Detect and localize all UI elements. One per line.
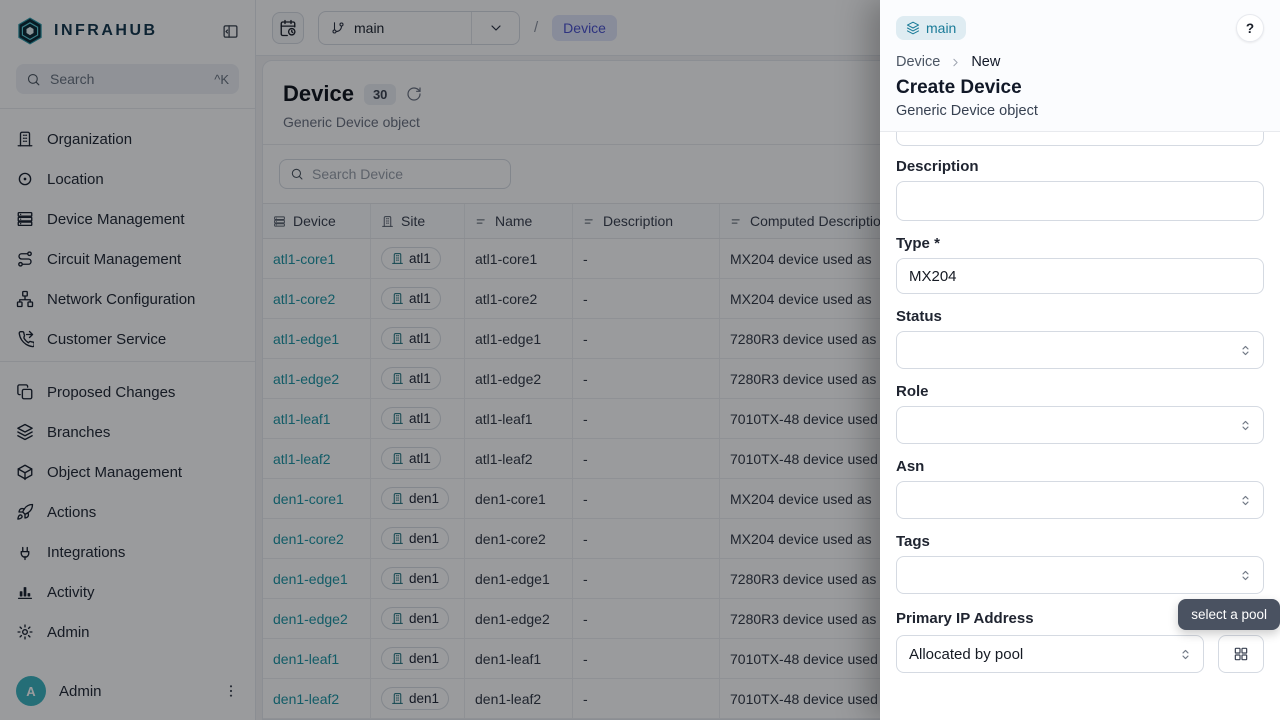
tags-label: Tags	[896, 533, 1264, 550]
asn-select[interactable]	[896, 481, 1264, 519]
status-select[interactable]	[896, 331, 1264, 369]
asn-label: Asn	[896, 458, 1264, 475]
type-label: Type *	[896, 235, 1264, 252]
chevron-right-icon	[949, 56, 962, 69]
pool-grid-icon	[1233, 646, 1249, 662]
chevrons-up-down-icon	[1178, 647, 1193, 662]
allocation-select[interactable]: Allocated by pool	[896, 635, 1204, 673]
field-primary-ip: Primary IP Address My IP select a pool A…	[896, 608, 1264, 673]
create-device-form: Description Type * Status Role Asn Tags …	[880, 132, 1280, 720]
type-input[interactable]	[909, 268, 1251, 285]
tags-select[interactable]	[896, 556, 1264, 594]
chevrons-up-down-icon	[1238, 418, 1253, 433]
clipped-input[interactable]	[896, 132, 1264, 146]
create-device-panel: main ? Device New Create Device Generic …	[880, 0, 1280, 720]
panel-header: main ? Device New Create Device Generic …	[880, 0, 1280, 132]
field-asn: Asn	[896, 458, 1264, 519]
field-tags: Tags	[896, 533, 1264, 594]
role-select[interactable]	[896, 406, 1264, 444]
status-label: Status	[896, 308, 1264, 325]
chevrons-up-down-icon	[1238, 493, 1253, 508]
select-pool-tooltip: select a pool	[1178, 599, 1280, 630]
field-type: Type *	[896, 235, 1264, 294]
role-label: Role	[896, 383, 1264, 400]
description-label: Description	[896, 158, 1264, 175]
primary-ip-label: Primary IP Address	[896, 610, 1034, 627]
chevrons-up-down-icon	[1238, 568, 1253, 583]
chevrons-up-down-icon	[1238, 343, 1253, 358]
help-button[interactable]: ?	[1236, 14, 1264, 42]
select-pool-button[interactable]	[1218, 635, 1264, 673]
panel-title: Create Device	[896, 77, 1264, 99]
panel-subtitle: Generic Device object	[896, 103, 1264, 119]
field-role: Role	[896, 383, 1264, 444]
branch-badge: main	[896, 16, 966, 40]
field-status: Status	[896, 308, 1264, 369]
layers-icon	[906, 21, 920, 35]
description-textarea[interactable]	[896, 181, 1264, 221]
breadcrumb-current: New	[971, 54, 1000, 70]
breadcrumb-parent[interactable]: Device	[896, 54, 940, 70]
panel-breadcrumb: Device New	[896, 54, 1264, 70]
field-description: Description	[896, 158, 1264, 221]
